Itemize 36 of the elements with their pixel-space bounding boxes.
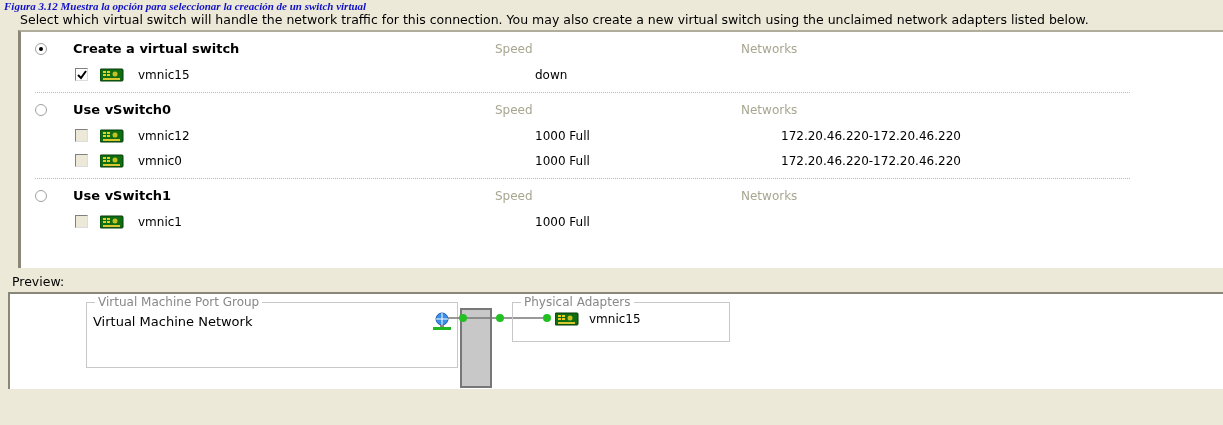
network-card-icon: [100, 214, 124, 229]
adapter-name: vmnic1: [138, 214, 182, 229]
speed-value: 1000 Full: [535, 153, 590, 168]
figure-caption: Figura 3.12 Muestra la opción para seleccionar la creación de un switch virtual: [3, 0, 368, 12]
network-card-icon: [100, 128, 124, 143]
radio-button[interactable]: [35, 42, 47, 55]
speed-value: 1000 Full: [535, 128, 590, 143]
speed-value: down: [535, 67, 568, 82]
option-label: Create a virtual switch: [73, 41, 240, 56]
port-group-name: Virtual Machine Network: [93, 313, 253, 329]
column-header: Networks: [741, 41, 798, 56]
option-label: Use vSwitch1: [73, 188, 172, 203]
adapter-name: vmnic15: [589, 312, 641, 326]
instruction-text: Select which virtual switch will handle the network traffic for this connection. You may also create a new virtual switch using the unclaimed network adapters listed below.: [19, 12, 1090, 29]
frame-title: Physical Adapters: [521, 295, 634, 309]
column-header: Speed: [495, 188, 533, 203]
network-card-icon: [100, 153, 124, 168]
radio-button[interactable]: [35, 103, 47, 116]
column-header: Networks: [741, 102, 798, 117]
network-card-icon: [100, 67, 124, 82]
column-header: Speed: [495, 102, 533, 117]
option-label: Use vSwitch0: [73, 102, 172, 117]
adapter-name: vmnic12: [138, 128, 190, 143]
network-card-icon: [555, 312, 579, 326]
adapter-name: vmnic15: [138, 67, 190, 82]
column-header: Speed: [495, 41, 533, 56]
radio-button[interactable]: [35, 189, 47, 202]
networks-value: 172.20.46.220-172.20.46.220: [781, 153, 961, 168]
networks-value: 172.20.46.220-172.20.46.220: [781, 128, 961, 143]
checkbox[interactable]: [75, 68, 88, 81]
preview-label: Preview:: [11, 273, 66, 291]
speed-value: 1000 Full: [535, 214, 590, 229]
frame-title: Virtual Machine Port Group: [95, 295, 263, 309]
adapter-name: vmnic0: [138, 153, 182, 168]
column-header: Networks: [741, 188, 798, 203]
network-globe-icon: [433, 312, 451, 330]
